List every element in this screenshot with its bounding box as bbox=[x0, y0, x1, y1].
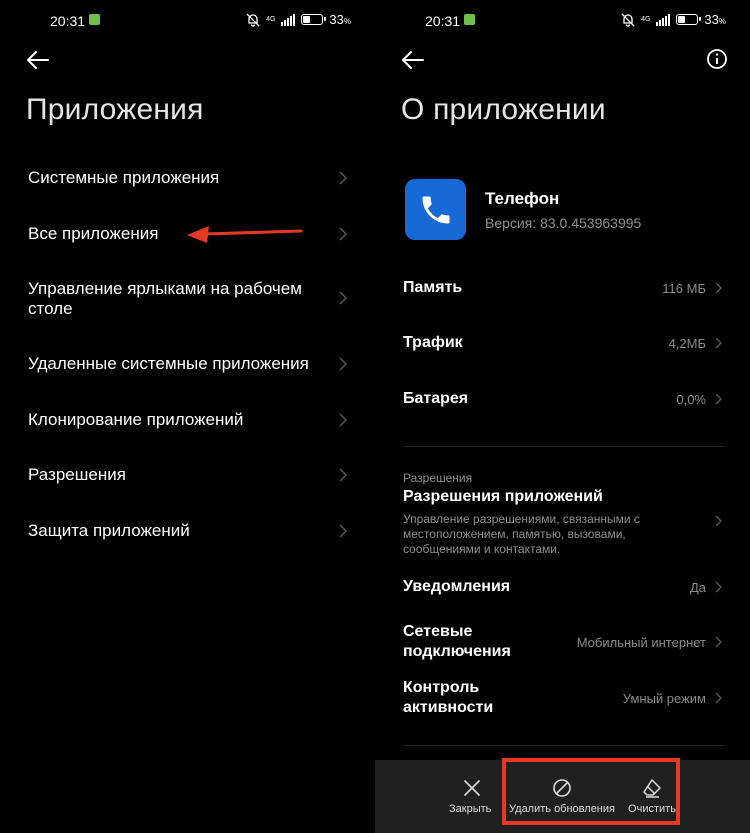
chevron-right-icon bbox=[339, 357, 347, 371]
row-traffic[interactable]: Трафик 4,2МБ bbox=[403, 333, 726, 353]
row-label: Контроль активности bbox=[403, 679, 494, 716]
chevron-right-icon bbox=[715, 515, 722, 527]
divider bbox=[403, 446, 726, 447]
battery-percent: 33 bbox=[329, 12, 344, 27]
menu-item-shortcuts[interactable]: Управление ярлыками на рабочем столе bbox=[28, 279, 328, 319]
row-label: Память bbox=[403, 279, 463, 296]
row-value: Да bbox=[689, 580, 706, 595]
chevron-right-icon bbox=[715, 636, 722, 648]
close-icon bbox=[464, 780, 480, 796]
app-version: Версия: 83.0.453963995 bbox=[485, 215, 642, 231]
chevron-right-icon bbox=[339, 291, 347, 305]
section-caption: Разрешения bbox=[403, 471, 473, 485]
menu-item-label: Удаленные системные приложения bbox=[28, 354, 309, 373]
row-label: Уведомления bbox=[403, 578, 511, 595]
status-bar: 20:31 4G 33% bbox=[0, 0, 375, 40]
back-arrow-icon[interactable] bbox=[24, 48, 50, 72]
phone-icon bbox=[422, 196, 449, 223]
row-label: Батарея bbox=[403, 390, 469, 407]
menu-item-dual-apps[interactable]: Клонирование приложений bbox=[28, 410, 351, 430]
signal-icon bbox=[281, 13, 296, 26]
annotation-arrow-icon bbox=[187, 226, 303, 243]
chevron-right-icon bbox=[715, 282, 722, 294]
bell-off-icon bbox=[246, 13, 260, 27]
battery-icon bbox=[301, 14, 327, 25]
status-time: 20:31 bbox=[50, 13, 86, 29]
annotation-highlight-box bbox=[502, 758, 680, 825]
status-time: 20:31 bbox=[425, 13, 461, 29]
page-title: Приложения bbox=[26, 93, 204, 126]
menu-item-label: Защита приложений bbox=[28, 521, 190, 540]
divider bbox=[403, 745, 726, 746]
row-activity-control[interactable]: Контроль активности Умный режим bbox=[403, 678, 726, 720]
bell-off-icon bbox=[621, 13, 635, 27]
app-info-screen: 20:31 4G 33% О приложении Телефон Версия… bbox=[375, 0, 750, 833]
info-icon[interactable] bbox=[706, 48, 728, 70]
back-arrow-icon[interactable] bbox=[399, 48, 425, 72]
chevron-right-icon bbox=[339, 524, 347, 538]
chevron-right-icon bbox=[339, 468, 347, 482]
permissions-description: Управление разрешениями, связанными с ме… bbox=[403, 512, 640, 556]
notification-icon bbox=[89, 14, 100, 25]
chevron-right-icon bbox=[339, 227, 347, 241]
menu-item-label: Системные приложения bbox=[28, 168, 220, 187]
chevron-right-icon bbox=[715, 692, 722, 704]
chevron-right-icon bbox=[715, 581, 722, 593]
row-value: 116 МБ bbox=[662, 281, 706, 296]
menu-item-label: Клонирование приложений bbox=[28, 410, 244, 429]
chevron-right-icon bbox=[715, 337, 722, 349]
row-notifications[interactable]: Уведомления Да bbox=[403, 577, 726, 597]
row-storage[interactable]: Память 116 МБ bbox=[403, 278, 726, 298]
status-bar: 20:31 4G 33% bbox=[375, 0, 750, 40]
menu-item-permissions[interactable]: Разрешения bbox=[28, 465, 351, 485]
row-value: Умный режим bbox=[622, 691, 706, 706]
notification-icon bbox=[464, 14, 475, 25]
chevron-right-icon bbox=[715, 393, 722, 405]
row-label: Сетевые подключения bbox=[403, 623, 511, 660]
battery-unit: % bbox=[718, 17, 726, 26]
row-network[interactable]: Сетевые подключения Мобильный интернет bbox=[403, 622, 726, 664]
battery-percent: 33 bbox=[704, 12, 719, 27]
row-value: 4,2МБ bbox=[668, 336, 706, 351]
menu-item-label: Разрешения bbox=[28, 465, 126, 484]
menu-item-app-lock[interactable]: Защита приложений bbox=[28, 521, 351, 541]
apps-screen: 20:31 4G 33% Приложения Системные прилож… bbox=[0, 0, 375, 833]
battery-unit: % bbox=[343, 17, 351, 26]
row-battery[interactable]: Батарея 0,0% bbox=[403, 389, 726, 409]
row-value: 0,0% bbox=[676, 392, 706, 407]
menu-item-label: Управление ярлыками на рабочем столе bbox=[28, 279, 302, 318]
app-name: Телефон bbox=[485, 189, 560, 208]
network-type: 4G bbox=[266, 16, 276, 23]
row-label: Трафик bbox=[403, 334, 463, 351]
menu-item-removed-system-apps[interactable]: Удаленные системные приложения bbox=[28, 354, 351, 374]
menu-item-label: Все приложения bbox=[28, 224, 159, 243]
app-icon bbox=[405, 179, 466, 240]
chevron-right-icon bbox=[339, 171, 347, 185]
network-type: 4G bbox=[641, 16, 651, 23]
battery-icon bbox=[676, 14, 702, 25]
menu-item-system-apps[interactable]: Системные приложения bbox=[28, 168, 351, 188]
row-value: Мобильный интернет bbox=[576, 635, 706, 650]
permissions-title[interactable]: Разрешения приложений bbox=[403, 488, 603, 506]
page-title: О приложении bbox=[401, 93, 606, 126]
chevron-right-icon bbox=[339, 413, 347, 427]
signal-icon bbox=[656, 13, 671, 26]
